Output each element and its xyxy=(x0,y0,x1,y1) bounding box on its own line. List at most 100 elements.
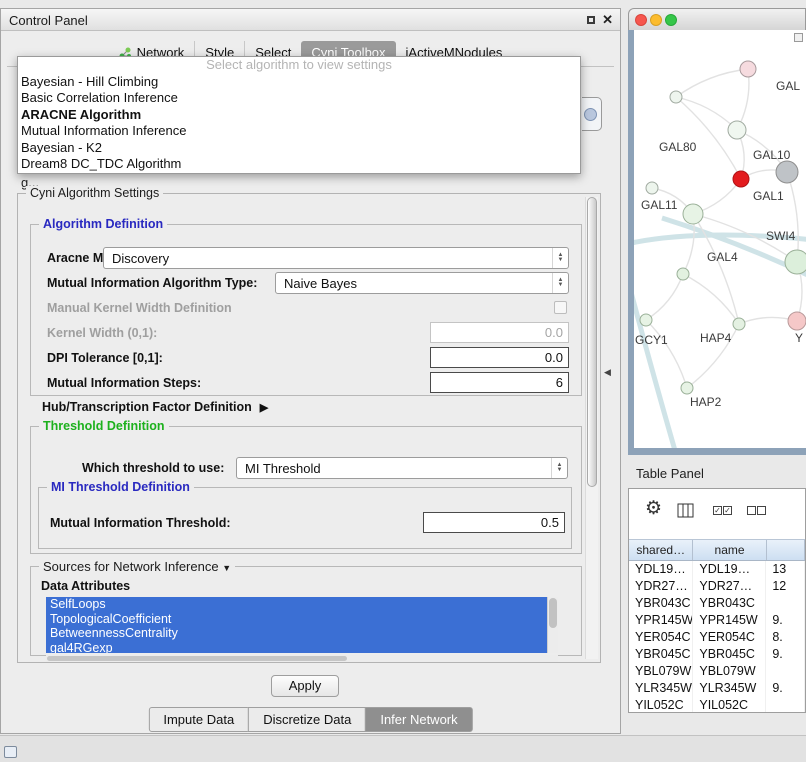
network-node[interactable] xyxy=(681,382,693,394)
expander-right-icon[interactable]: ▶ xyxy=(260,402,268,414)
which-threshold-combo[interactable]: MI Threshold ▲▼ xyxy=(236,457,568,479)
hub-definition-expander[interactable]: Hub/Transcription Factor Definition▶ xyxy=(42,400,268,414)
dropdown-item[interactable]: Mutual Information Inference xyxy=(18,123,580,140)
attributes-list-hscrollbar[interactable] xyxy=(46,655,558,662)
minimize-traffic-light-icon[interactable] xyxy=(650,14,662,26)
birdseye-toggle-icon[interactable] xyxy=(794,33,803,42)
column-header[interactable]: name xyxy=(693,540,766,560)
kernel-width-field[interactable] xyxy=(430,322,569,343)
combo-arrows-icon: ▲▼ xyxy=(552,248,568,268)
data-attributes-list: SelfLoops TopologicalCoefficient Between… xyxy=(46,597,558,653)
network-node-label: GAL11 xyxy=(641,198,678,212)
scrollbar-thumb[interactable] xyxy=(587,197,597,487)
close-traffic-light-icon[interactable] xyxy=(635,14,647,26)
table-cell xyxy=(766,697,805,712)
mi-type-combo[interactable]: Naive Bayes ▲▼ xyxy=(275,272,569,294)
gear-icon[interactable]: ⚙ xyxy=(645,497,662,520)
combo-value: Naive Bayes xyxy=(276,276,552,291)
dropdown-item-selected[interactable]: ARACNE Algorithm xyxy=(18,107,580,124)
network-edge xyxy=(683,274,739,324)
network-node[interactable] xyxy=(683,204,703,224)
table-row[interactable]: YBL079WYBL079W xyxy=(629,663,805,680)
manual-kernel-checkbox[interactable] xyxy=(554,301,567,314)
network-window-titlebar[interactable] xyxy=(628,8,806,30)
splitter-collapse-icon[interactable]: ◀ xyxy=(604,367,611,378)
network-edge xyxy=(787,172,798,262)
attributes-list-scrollbar[interactable] xyxy=(547,597,558,653)
docked-panel-icon[interactable] xyxy=(4,746,17,758)
apply-button[interactable]: Apply xyxy=(271,675,339,697)
mi-threshold-definition-title: MI Threshold Definition xyxy=(47,480,194,494)
tab-infer-network[interactable]: Infer Network xyxy=(365,707,472,732)
network-node-label: GAL4 xyxy=(707,250,738,264)
show-all-columns-icon[interactable]: ✓ ✓ xyxy=(713,506,732,515)
table-row[interactable]: YPR145WYPR145W9. xyxy=(629,612,805,629)
expander-down-icon[interactable]: ▼ xyxy=(222,563,231,573)
mi-steps-label: Mutual Information Steps: xyxy=(47,376,201,390)
network-node[interactable] xyxy=(646,182,658,194)
tab-discretize-data[interactable]: Discretize Data xyxy=(248,707,366,732)
data-attributes-label: Data Attributes xyxy=(41,579,130,593)
network-node[interactable] xyxy=(785,250,806,274)
network-node[interactable] xyxy=(776,161,798,183)
mi-steps-field[interactable] xyxy=(430,372,569,393)
aracne-mode-combo[interactable]: Discovery ▲▼ xyxy=(103,247,569,269)
table-row[interactable]: YBR045CYBR045C9. xyxy=(629,646,805,663)
attribute-item[interactable]: gal4RGexp xyxy=(46,641,547,654)
column-header[interactable] xyxy=(767,540,805,560)
table-row[interactable]: YBR043CYBR043C xyxy=(629,595,805,612)
table-cell: 9. xyxy=(766,680,805,697)
network-node[interactable] xyxy=(670,91,682,103)
algorithm-definition-group: Algorithm Definition Aracne Mode: Discov… xyxy=(30,224,582,396)
dpi-tolerance-field[interactable] xyxy=(430,347,569,368)
attribute-item[interactable]: SelfLoops xyxy=(46,597,547,612)
zoom-traffic-light-icon[interactable] xyxy=(665,14,677,26)
table-row[interactable]: YLR345WYLR345W9. xyxy=(629,680,805,697)
table-cell: YBR045C xyxy=(629,646,693,663)
network-node[interactable] xyxy=(733,318,745,330)
network-node[interactable] xyxy=(728,121,746,139)
table-cell: 13 xyxy=(766,561,805,578)
dropdown-item[interactable]: Bayesian - Hill Climbing xyxy=(18,74,580,91)
control-panel-window: Control Panel ✕ Network Style Select Cyn… xyxy=(0,8,621,734)
cyni-algorithm-settings-group: Cyni Algorithm Settings Algorithm Defini… xyxy=(17,193,601,663)
network-node[interactable] xyxy=(733,171,749,187)
table-cell xyxy=(766,663,805,680)
mi-threshold-field[interactable] xyxy=(423,512,565,533)
hide-all-columns-icon[interactable] xyxy=(747,506,766,515)
table-row[interactable]: YER054CYER054C8. xyxy=(629,629,805,646)
sources-title[interactable]: Sources for Network Inference ▼ xyxy=(39,559,235,574)
network-node[interactable] xyxy=(740,61,756,77)
scrollbar-thumb[interactable] xyxy=(549,598,557,628)
network-canvas[interactable]: GALGAL80GAL10GAL11GAL1SWI4GAL4GCY1HAP4YH… xyxy=(628,30,806,455)
bottom-tabs: Impute Data Discretize Data Infer Networ… xyxy=(148,707,472,732)
columns-icon[interactable] xyxy=(677,503,694,523)
table-header-row: shared… name xyxy=(629,539,805,561)
control-panel-titlebar[interactable]: Control Panel ✕ xyxy=(1,9,620,31)
table-row[interactable]: YDR27…YDR27…12 xyxy=(629,578,805,595)
table-cell: YBR043C xyxy=(629,595,693,612)
scrollbar-thumb[interactable] xyxy=(47,656,347,661)
table-row[interactable]: YIL052CYIL052C xyxy=(629,697,805,712)
dropdown-item[interactable]: Basic Correlation Inference xyxy=(18,90,580,107)
settings-scrollbar[interactable] xyxy=(585,197,598,659)
tab-impute-data[interactable]: Impute Data xyxy=(148,707,249,732)
table-cell: YDL19… xyxy=(629,561,693,578)
attribute-item[interactable]: TopologicalCoefficient xyxy=(46,612,547,627)
bottom-dock-strip xyxy=(0,735,806,762)
table-cell: YIL052C xyxy=(693,697,766,712)
table-row[interactable]: YDL19…YDL19…13 xyxy=(629,561,805,578)
attribute-item[interactable]: BetweennessCentrality xyxy=(46,626,547,641)
close-icon[interactable]: ✕ xyxy=(602,12,613,28)
kernel-width-label: Kernel Width (0,1): xyxy=(47,326,157,340)
column-header[interactable]: shared… xyxy=(629,540,693,560)
float-window-icon[interactable] xyxy=(587,16,595,24)
network-node[interactable] xyxy=(677,268,689,280)
checked-box-icon: ✓ xyxy=(713,506,722,515)
dropdown-item[interactable]: Bayesian - K2 xyxy=(18,140,580,157)
table-cell: YPR145W xyxy=(629,612,693,629)
network-node[interactable] xyxy=(640,314,652,326)
dropdown-item[interactable]: Dream8 DC_TDC Algorithm xyxy=(18,156,580,173)
network-edge-band xyxy=(634,258,676,448)
network-node[interactable] xyxy=(788,312,806,330)
